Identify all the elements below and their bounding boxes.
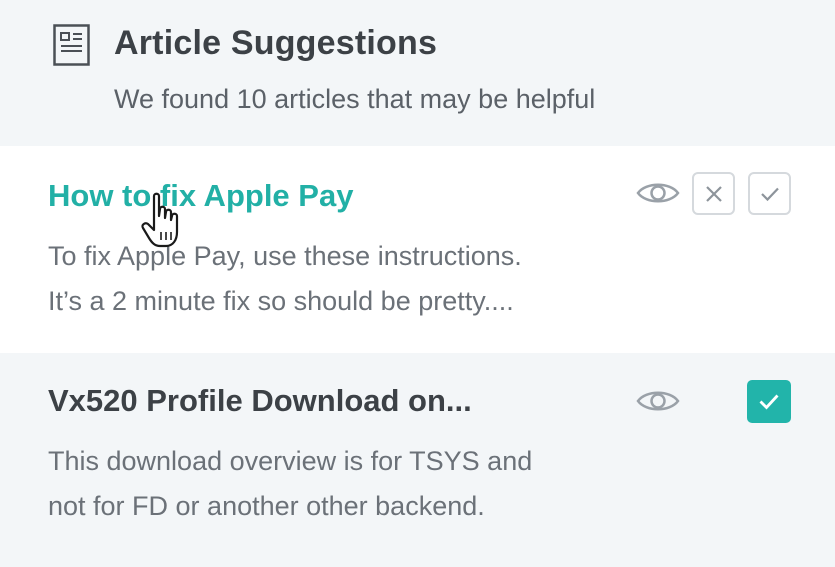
article-snippet-line: not for FD or another other backend.	[48, 491, 485, 521]
article-snippet: To fix Apple Pay, use these instructions…	[48, 234, 668, 324]
article-icon	[53, 24, 90, 66]
check-icon	[760, 187, 779, 201]
article-card: How to fix Apple Pay To fix Apple Pay, u…	[0, 146, 835, 353]
checkbox-checked-icon	[759, 394, 779, 410]
article-snippet: This download overview is for TSYS and n…	[48, 439, 668, 529]
selected-checkbox[interactable]	[747, 380, 791, 423]
eye-icon[interactable]	[636, 179, 680, 207]
suggestions-subtitle: We found 10 articles that may be helpful	[114, 84, 596, 114]
accept-button[interactable]	[748, 172, 791, 215]
eye-icon[interactable]	[636, 387, 680, 415]
article-card: Vx520 Profile Download on... This downlo…	[0, 353, 835, 567]
article-title-link[interactable]: Vx520 Profile Download on...	[48, 383, 472, 419]
close-icon	[705, 185, 722, 202]
article-snippet-line: It’s a 2 minute fix so should be pretty.…	[48, 286, 514, 316]
article-suggestions-panel: Article Suggestions We found 10 articles…	[0, 0, 835, 567]
suggestions-header: Article Suggestions We found 10 articles…	[0, 0, 835, 146]
article-title-link[interactable]: How to fix Apple Pay	[48, 178, 353, 214]
article-snippet-line: To fix Apple Pay, use these instructions…	[48, 241, 522, 271]
dismiss-button[interactable]	[692, 172, 735, 215]
suggestions-title: Article Suggestions	[114, 24, 438, 62]
article-snippet-line: This download overview is for TSYS and	[48, 446, 533, 476]
